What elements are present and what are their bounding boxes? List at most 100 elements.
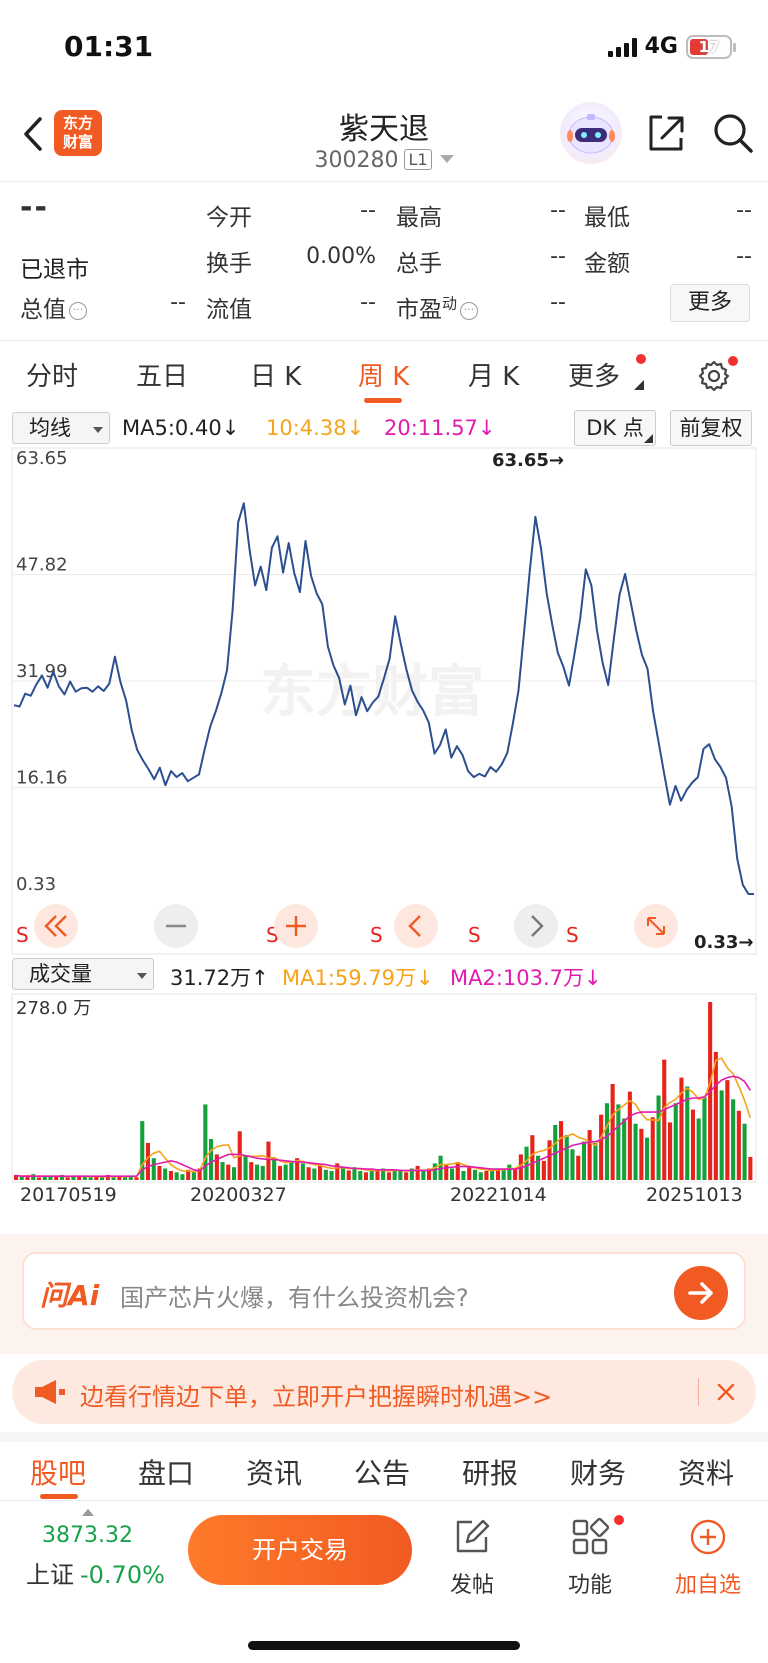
pe-sup: 动 <box>442 294 458 313</box>
status-indicators: 4G 17 <box>607 34 736 59</box>
volume-value: 31.72万↑ <box>170 962 269 992</box>
volume-bar <box>363 1172 368 1180</box>
indicator-dropdown[interactable]: 均线 <box>12 412 110 444</box>
volume-bar <box>277 1165 282 1180</box>
price-chart[interactable]: 东方财富 63.65 47.82 31.99 16.16 0.33 63.65→ 0.3… <box>0 446 768 956</box>
functions-button[interactable]: 功能 <box>550 1517 630 1599</box>
market-cap-value: -- <box>170 290 186 315</box>
network-label: 4G <box>644 34 678 59</box>
divider <box>0 340 768 341</box>
more-quote-button[interactable]: 更多 <box>670 284 750 322</box>
promo-banner[interactable]: 边看行情边下单，立即开户把握瞬时机遇>> <box>12 1360 756 1424</box>
tab-five-day[interactable]: 五日 <box>136 356 188 393</box>
add-watchlist-button[interactable]: 加自选 <box>668 1517 748 1599</box>
volume-max-label: 278.0 万 <box>16 998 91 1019</box>
functions-label: 功能 <box>567 1573 612 1598</box>
ma10-text: 10:4.38 <box>266 416 347 440</box>
tab-news[interactable]: 资讯 <box>246 1452 302 1492</box>
volume-bar <box>243 1155 248 1180</box>
ai-robot-avatar[interactable] <box>560 102 622 164</box>
volume-bar <box>690 1109 695 1180</box>
ai-submit-button[interactable] <box>674 1266 728 1320</box>
index-ticker[interactable]: 上证 -0.70% <box>26 1555 165 1590</box>
tab-profile[interactable]: 资料 <box>678 1452 734 1492</box>
volume-bar <box>145 1142 150 1180</box>
signal-icon <box>607 37 637 57</box>
settings-gear-icon[interactable] <box>696 358 732 394</box>
close-icon[interactable] <box>714 1380 738 1404</box>
volume-bar <box>541 1160 546 1180</box>
last-price: -- <box>20 190 49 225</box>
plus-circle-icon <box>690 1519 726 1555</box>
ai-search-box[interactable]: 问Ai 国产芯片火爆，有什么投资机会? <box>22 1252 746 1330</box>
ma5-value: MA5:0.40↓ <box>122 416 239 440</box>
tab-daily-k[interactable]: 日 K <box>250 356 301 393</box>
tab-intraday[interactable]: 分时 <box>26 356 78 393</box>
volume-bar <box>564 1135 569 1180</box>
high-value: -- <box>550 198 566 223</box>
volume-chart[interactable]: 278.0 万 <box>0 992 768 1184</box>
zoom-in-button[interactable] <box>274 904 318 948</box>
amount-value: -- <box>736 244 752 269</box>
up-arrow-icon: ↑ <box>251 966 269 990</box>
ai-search-input[interactable]: 国产芯片火爆，有什么投资机会? <box>120 1278 469 1313</box>
volume-bar <box>77 1176 82 1180</box>
open-value: -- <box>360 198 376 223</box>
tab-research[interactable]: 研报 <box>462 1452 518 1492</box>
volume-bar <box>157 1165 162 1180</box>
volume-bar <box>398 1171 403 1180</box>
stock-header: 东方 财富 紫天退 300280 L1 <box>0 96 768 182</box>
share-icon[interactable] <box>646 112 686 154</box>
volume-indicator-dropdown[interactable]: 成交量 <box>12 958 154 990</box>
dropdown-caret-icon <box>137 973 147 979</box>
quote-panel: -- 已退市 今开 -- 最高 -- 最低 -- 换手 0.00% 总手 -- … <box>0 184 768 340</box>
volume-bar <box>627 1091 632 1180</box>
volume-bar <box>266 1141 271 1180</box>
tab-announcements[interactable]: 公告 <box>354 1452 410 1492</box>
tab-forum[interactable]: 股吧 <box>30 1452 86 1492</box>
volume-bar <box>260 1165 265 1180</box>
volume-bar <box>209 1139 214 1180</box>
volume-bar <box>318 1165 323 1180</box>
volume-bar <box>599 1114 604 1180</box>
volume-bar <box>731 1099 736 1180</box>
pe-label[interactable]: 市盈动 ··· <box>396 290 479 324</box>
down-arrow-icon: ↓ <box>584 966 602 990</box>
scroll-left-fast-button[interactable] <box>34 904 78 948</box>
notification-dot <box>614 1515 624 1525</box>
vol-ma2-text: MA2:103.7万 <box>450 966 585 990</box>
volume-bar <box>455 1162 460 1180</box>
index-value[interactable]: 3873.32 <box>42 1523 133 1548</box>
sell-marker: S <box>566 923 579 947</box>
open-account-trade-button[interactable]: 开户交易 <box>188 1515 412 1585</box>
volume-bar <box>461 1171 466 1180</box>
market-cap-label[interactable]: 总值 ··· <box>20 290 87 324</box>
volume-bar <box>742 1123 747 1180</box>
adjust-price-button[interactable]: 前复权 <box>670 410 752 446</box>
tab-financials[interactable]: 财务 <box>570 1452 626 1492</box>
volume-label: 总手 <box>396 251 442 277</box>
y-tick-label: 63.65 <box>16 448 68 469</box>
volume-bar <box>31 1174 36 1180</box>
float-cap-label: 流值 <box>206 297 252 323</box>
scroll-left-button[interactable] <box>394 904 438 948</box>
pe-label-text: 市盈 <box>396 297 442 323</box>
volume-bar <box>254 1164 259 1180</box>
volume-bar <box>272 1158 277 1180</box>
search-icon[interactable] <box>712 112 754 154</box>
level-badge: L1 <box>404 149 432 170</box>
battery-level: 17 <box>698 37 720 56</box>
volume-bar <box>249 1162 254 1180</box>
tab-order-book[interactable]: 盘口 <box>138 1452 194 1492</box>
tab-more[interactable]: 更多 <box>568 356 620 393</box>
scroll-right-button[interactable] <box>514 904 558 948</box>
tab-monthly-k[interactable]: 月 K <box>468 356 519 393</box>
indicator-dropdown-label: 均线 <box>29 416 71 440</box>
zoom-out-button[interactable] <box>154 904 198 948</box>
post-button[interactable]: 发帖 <box>432 1517 512 1599</box>
tab-weekly-k[interactable]: 周 K <box>358 356 409 393</box>
volume-bar <box>478 1172 483 1180</box>
chevron-up-icon[interactable] <box>82 1509 94 1516</box>
fullscreen-button[interactable] <box>634 904 678 948</box>
volume-bar <box>386 1172 391 1180</box>
